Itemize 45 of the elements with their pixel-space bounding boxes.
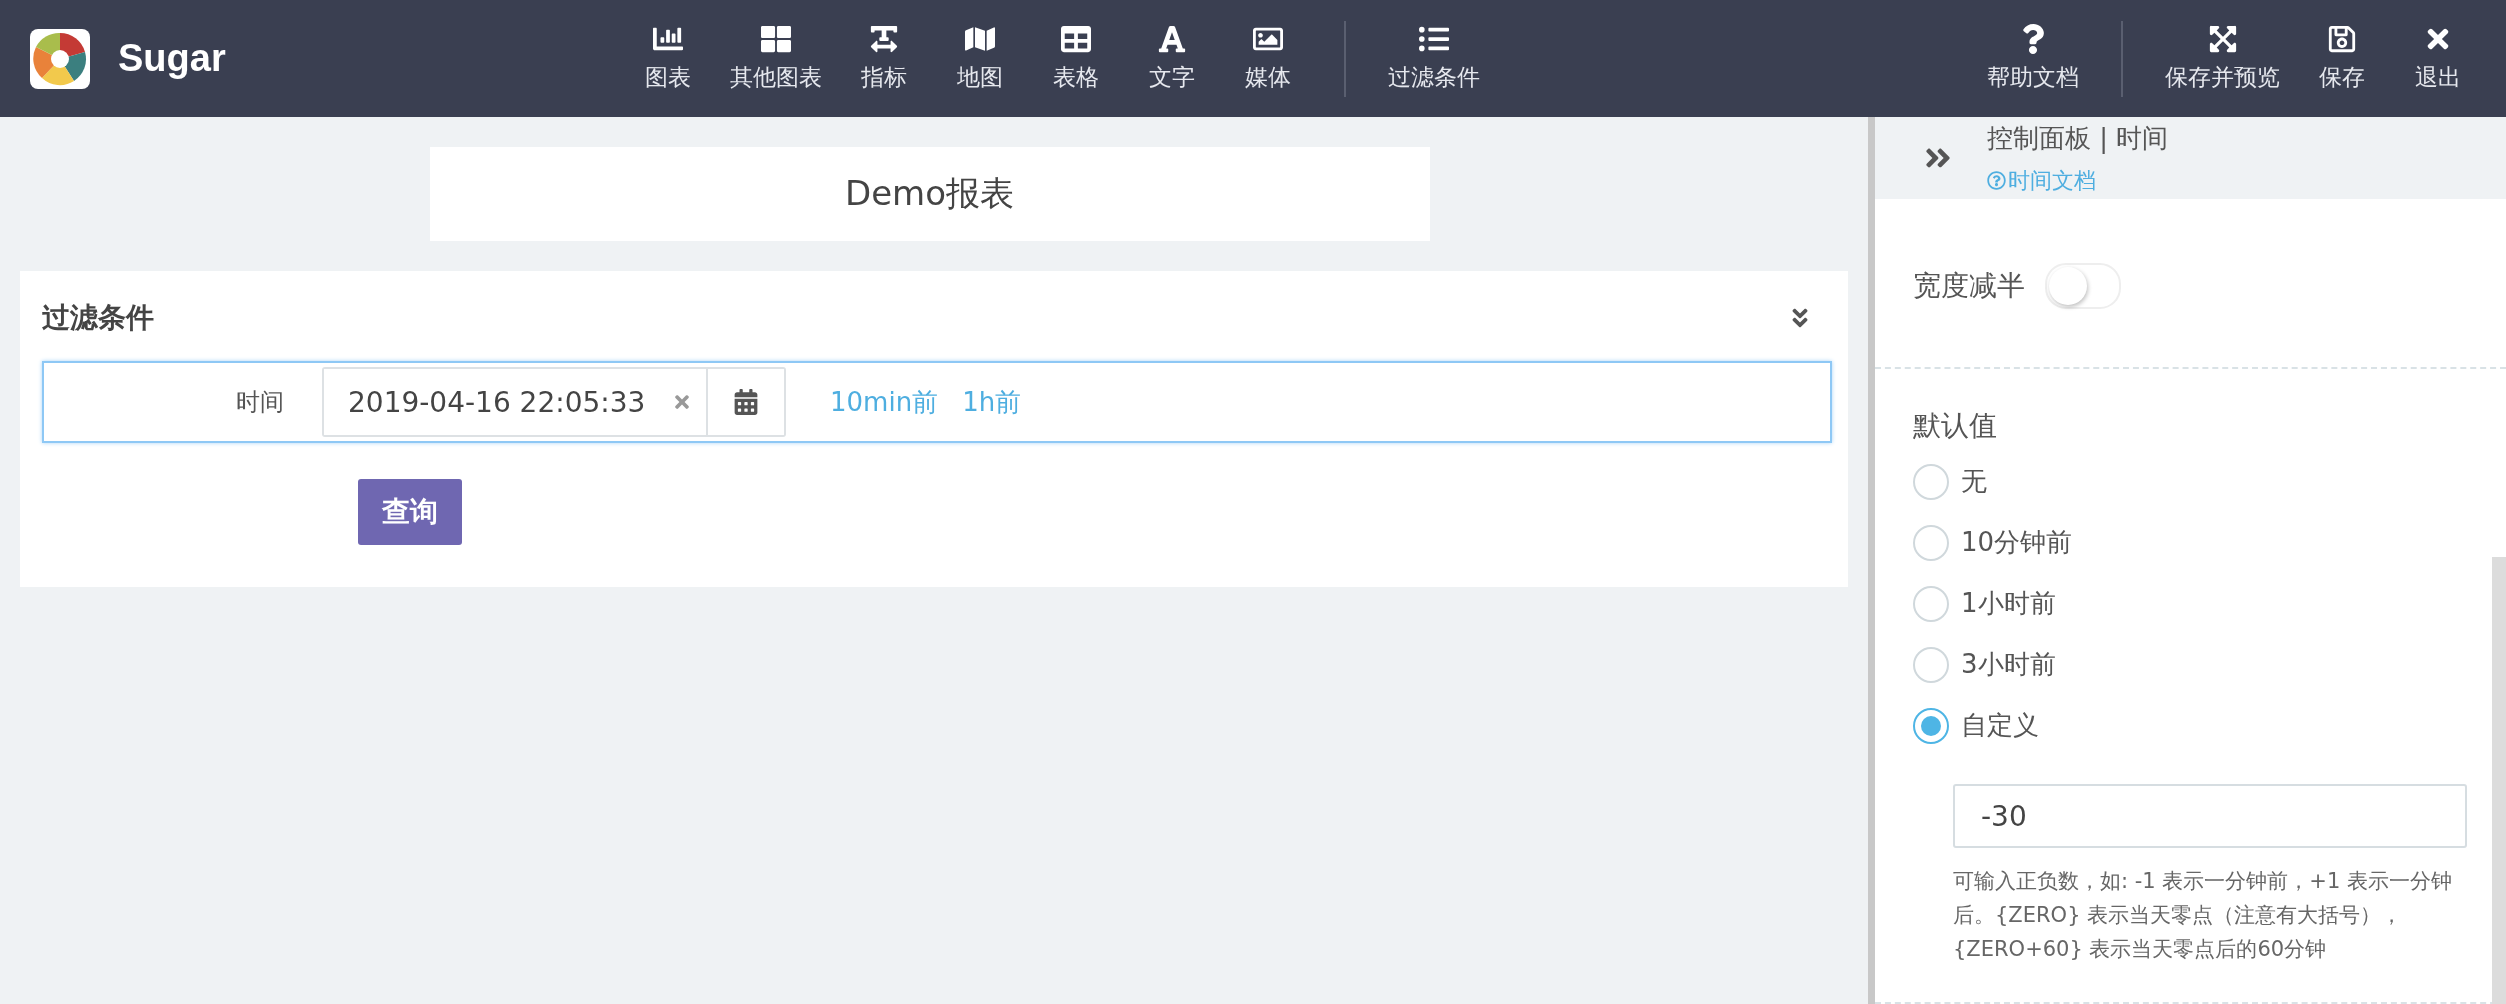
- calendar-button[interactable]: [706, 369, 784, 435]
- text-icon: [1157, 24, 1187, 54]
- help-icon: [1987, 171, 2006, 190]
- toolbar-button[interactable]: 指标: [836, 24, 932, 93]
- logo-icon: [30, 28, 90, 89]
- radio-button[interactable]: [1913, 463, 1949, 500]
- grid-icon: [761, 24, 791, 54]
- option-label[interactable]: 3小时前: [1961, 647, 2056, 682]
- calendar-icon: [733, 389, 759, 415]
- radio-button[interactable]: [1913, 585, 1949, 622]
- help-text: 可输入正负数，如: -1 表示一分钟前，+1 表示一分钟后。{ZERO} 表示当天零点（注意有大括号），{ZERO+60} 表示当天零点后的60分钟: [1953, 868, 2453, 963]
- table-icon: [1061, 24, 1091, 54]
- radio-button[interactable]: [1913, 707, 1949, 744]
- toolbar-button[interactable]: 退出: [2390, 24, 2486, 93]
- toolbar-button[interactable]: 文字: [1124, 24, 1220, 93]
- option-label[interactable]: 无: [1961, 464, 1987, 499]
- card-title: 过滤条件: [42, 300, 154, 336]
- clear-icon[interactable]: [672, 392, 692, 412]
- date-field[interactable]: 2019-04-16 22:05:33: [322, 367, 786, 437]
- radio-button[interactable]: [1913, 646, 1949, 683]
- panel-title: 控制面板 | 时间: [1987, 121, 2169, 156]
- field-label: 时间: [235, 387, 285, 418]
- scrollbar[interactable]: [2492, 557, 2506, 1004]
- toggle-switch[interactable]: [2045, 263, 2121, 309]
- toolbar-button[interactable]: 地图: [932, 24, 1028, 93]
- toolbar-button[interactable]: 其他图表: [716, 24, 836, 93]
- toolbar-button[interactable]: 帮助文档: [1973, 24, 2093, 93]
- toolbar-button[interactable]: 过滤条件: [1374, 24, 1494, 93]
- toolbar-button[interactable]: 媒体: [1220, 24, 1316, 93]
- custom-value-field[interactable]: -30: [1953, 784, 2467, 848]
- radio-button[interactable]: [1913, 524, 1949, 561]
- option-label[interactable]: 10分钟前: [1961, 525, 2073, 560]
- section-label: 默认值: [1913, 408, 1998, 444]
- toolbar-button[interactable]: 表格: [1028, 24, 1124, 93]
- query-button[interactable]: 查询: [358, 479, 462, 545]
- brand-name: Sugar: [118, 37, 226, 80]
- option-label[interactable]: 1小时前: [1961, 586, 2056, 621]
- report-title: Demo报表: [429, 147, 1430, 241]
- map-icon: [965, 24, 995, 54]
- toolbar-button[interactable]: 图表: [620, 24, 716, 93]
- option-label[interactable]: 自定义: [1961, 708, 2039, 743]
- save-icon: [2327, 24, 2357, 54]
- toolbar-button[interactable]: 保存并预览: [2151, 24, 2294, 93]
- toolbar-button[interactable]: 保存: [2294, 24, 2390, 93]
- switch-label: 宽度减半: [1913, 268, 2025, 304]
